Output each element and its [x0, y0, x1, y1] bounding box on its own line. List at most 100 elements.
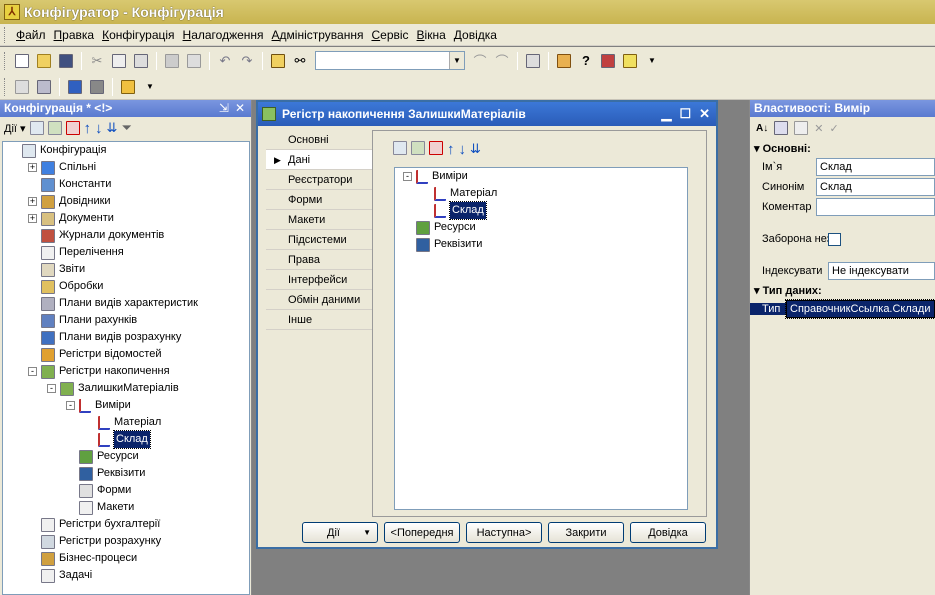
tab-4[interactable]: Макети: [266, 210, 374, 230]
maximize-icon[interactable]: ☐: [679, 106, 691, 122]
expand-icon[interactable]: +: [28, 163, 37, 172]
open-folder-icon[interactable]: [34, 51, 54, 71]
categories-icon[interactable]: [774, 121, 789, 135]
print-icon[interactable]: [162, 51, 182, 71]
tree-item[interactable]: - Виміри: [403, 168, 468, 185]
print-preview-icon[interactable]: [184, 51, 204, 71]
open-config-icon[interactable]: [12, 77, 32, 97]
tree-item[interactable]: Бізнес-процеси: [28, 550, 137, 567]
search-combo[interactable]: ▼: [315, 51, 465, 70]
tree-item[interactable]: Склад: [421, 201, 487, 220]
apply-icon[interactable]: ✓: [829, 122, 838, 135]
section-main[interactable]: ▾ Основні:: [750, 141, 935, 157]
tree-item[interactable]: Конфігурація: [9, 142, 106, 159]
tree-item[interactable]: Макети: [66, 499, 134, 516]
tab-7[interactable]: Інтерфейси: [266, 270, 374, 290]
tree-item[interactable]: + Довідники: [28, 193, 111, 210]
help-button[interactable]: Довідка: [630, 522, 706, 543]
tree-item[interactable]: Перелічення: [28, 244, 124, 261]
tree-item[interactable]: Задачі: [28, 567, 92, 584]
configuration-tree[interactable]: Конфігурація + Спільні Константи + Довідники +…: [2, 141, 250, 595]
index-field[interactable]: Не індексувати: [828, 262, 935, 280]
cut-icon[interactable]: ✂: [87, 51, 107, 71]
find-prev-icon[interactable]: ⌒: [470, 51, 490, 71]
find-icon[interactable]: [268, 51, 288, 71]
tree-item[interactable]: + Спільні: [28, 159, 96, 176]
tree-item[interactable]: Реквізити: [66, 465, 145, 482]
move-down-icon[interactable]: ↓: [95, 120, 103, 137]
tab-6[interactable]: Права: [266, 250, 374, 270]
save-icon[interactable]: [56, 51, 76, 71]
tree-item[interactable]: - Виміри: [66, 397, 131, 414]
menu-item-7[interactable]: Довідка: [450, 24, 501, 46]
expand-icon[interactable]: +: [28, 214, 37, 223]
next-button[interactable]: Наступна>: [466, 522, 542, 543]
properties-window-icon[interactable]: [87, 77, 107, 97]
syntax-helper-icon[interactable]: [598, 51, 618, 71]
menu-item-6[interactable]: Вікна: [413, 24, 450, 46]
tree-item[interactable]: Ресурси: [66, 448, 139, 465]
tab-8[interactable]: Обмін даними: [266, 290, 374, 310]
help-menu-icon[interactable]: [620, 51, 640, 71]
tab-2[interactable]: Реєстратори: [266, 170, 374, 190]
menu-item-3[interactable]: Налагодження: [179, 24, 268, 46]
close-icon[interactable]: ✕: [699, 106, 710, 122]
actions-menu[interactable]: Дії ▾: [4, 122, 26, 135]
delete-icon[interactable]: [429, 141, 443, 155]
dropdown-arrow-icon[interactable]: ▼: [140, 77, 160, 97]
chevron-down-icon[interactable]: ▼: [449, 52, 464, 69]
find-binoculars-icon[interactable]: ⚯: [290, 51, 310, 71]
menu-item-4[interactable]: Адміністрування: [268, 24, 368, 46]
move-down-icon[interactable]: ↓: [459, 141, 467, 158]
tree-item[interactable]: Регістри розрахунку: [28, 533, 161, 550]
undo-icon[interactable]: ↶: [215, 51, 235, 71]
menu-item-0[interactable]: Файл: [12, 24, 50, 46]
data-tree[interactable]: - Виміри Матеріал Склад Ресурси Реквізити: [394, 167, 688, 510]
tree-item[interactable]: Звіти: [28, 261, 85, 278]
tab-0[interactable]: Основні: [266, 130, 374, 150]
section-type[interactable]: ▾ Тип даних:: [750, 283, 935, 299]
tree-item[interactable]: Регістри бухгалтерії: [28, 516, 160, 533]
pin-icon[interactable]: ⇲: [219, 100, 229, 117]
tree-item[interactable]: Ресурси: [403, 219, 476, 236]
sort-icon[interactable]: ⇊: [470, 141, 481, 158]
copy-icon[interactable]: [109, 51, 129, 71]
tree-item[interactable]: Журнали документів: [28, 227, 164, 244]
collapse-icon[interactable]: -: [403, 172, 412, 181]
minimize-icon[interactable]: ▁: [661, 106, 671, 122]
tree-item[interactable]: Реквізити: [403, 236, 482, 253]
name-field[interactable]: Склад: [816, 158, 935, 176]
save-config-icon[interactable]: [34, 77, 54, 97]
type-field[interactable]: СправочникСсылка.Склади: [785, 299, 935, 319]
move-up-icon[interactable]: ↑: [447, 141, 455, 158]
tree-item[interactable]: - ЗалишкиМатеріалів: [47, 380, 179, 397]
tree-item[interactable]: Плани видів розрахунку: [28, 329, 181, 346]
deny-empty-checkbox[interactable]: [828, 232, 841, 246]
add-icon[interactable]: [393, 141, 407, 155]
add-icon[interactable]: [29, 121, 44, 135]
tree-item[interactable]: Матеріал: [85, 414, 161, 431]
filter-icon[interactable]: ⏷: [121, 120, 131, 136]
tree-item[interactable]: Константи: [28, 176, 111, 193]
dropdown-arrow-icon[interactable]: ▼: [642, 51, 662, 71]
tab-5[interactable]: Підсистеми: [266, 230, 374, 250]
collapse-icon[interactable]: -: [66, 401, 75, 410]
filter-icon[interactable]: [794, 121, 809, 135]
move-up-icon[interactable]: ↑: [84, 120, 92, 137]
actions-button[interactable]: Дії ▼: [302, 522, 378, 543]
tab-3[interactable]: Форми: [266, 190, 374, 210]
tree-item[interactable]: + Документи: [28, 210, 114, 227]
tree-item[interactable]: Обробки: [28, 278, 103, 295]
prev-button[interactable]: <Попередня: [384, 522, 460, 543]
tree-item[interactable]: Регістри відомостей: [28, 346, 161, 363]
expand-icon[interactable]: +: [28, 197, 37, 206]
edit-icon[interactable]: [47, 121, 62, 135]
tree-item[interactable]: Форми: [66, 482, 131, 499]
paste-icon[interactable]: [131, 51, 151, 71]
tab-9[interactable]: Інше: [266, 310, 374, 330]
tree-item[interactable]: Матеріал: [421, 185, 497, 202]
delete-icon[interactable]: [65, 121, 80, 135]
sort-icon[interactable]: ⇊: [107, 120, 118, 136]
cancel-icon[interactable]: ✕: [814, 122, 823, 135]
synonym-field[interactable]: Склад: [816, 178, 935, 196]
